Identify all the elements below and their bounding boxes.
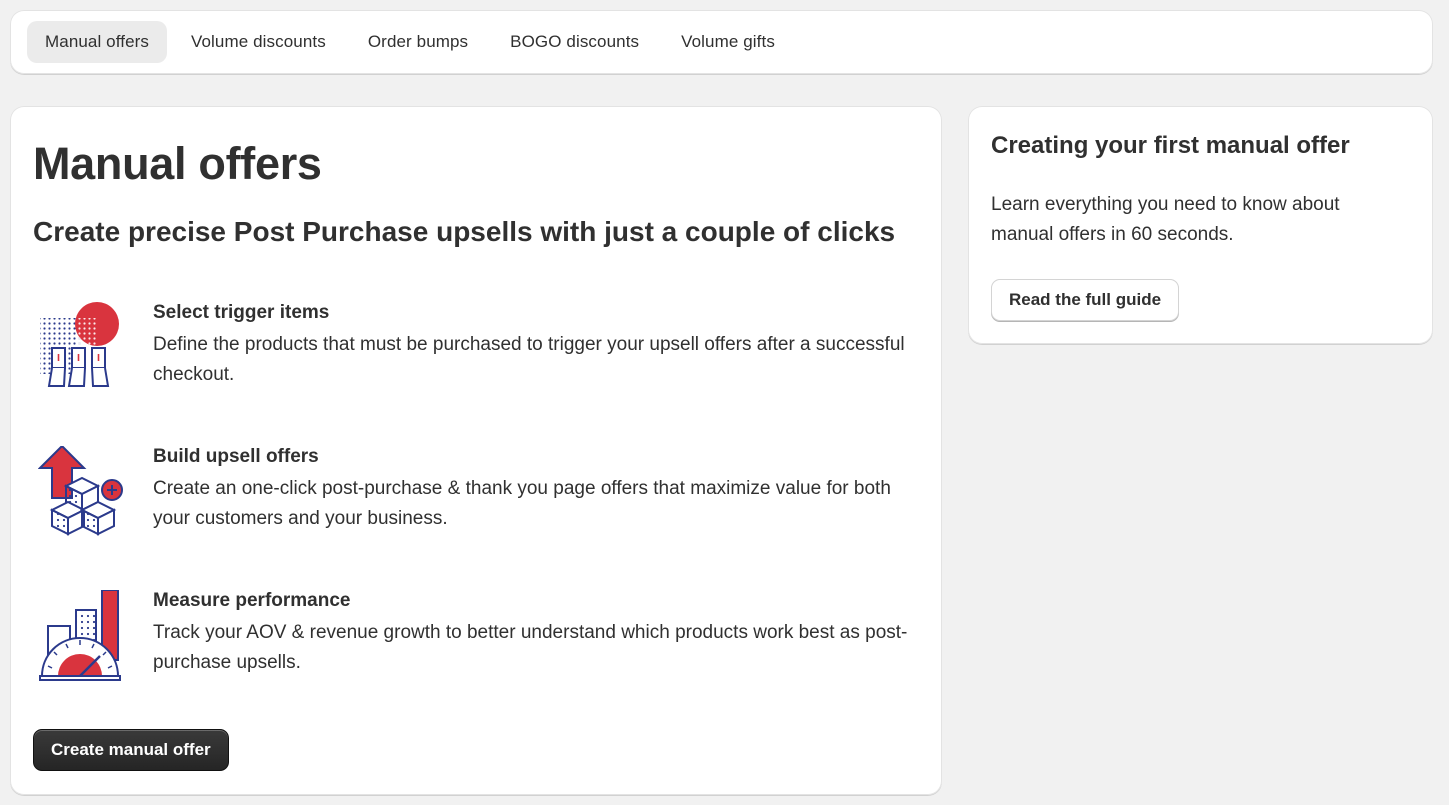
page-title: Manual offers: [33, 138, 322, 189]
tab-volume-gifts[interactable]: Volume gifts: [663, 21, 793, 63]
create-manual-offer-button[interactable]: Create manual offer: [33, 729, 229, 771]
tab-order-bumps[interactable]: Order bumps: [350, 21, 486, 63]
read-full-guide-button[interactable]: Read the full guide: [991, 279, 1180, 321]
feature-title: Measure performance: [153, 590, 351, 611]
tab-bogo-discounts[interactable]: BOGO discounts: [492, 21, 657, 63]
guide-card: Creating your first manual offer Learn e…: [968, 106, 1433, 344]
manual-offers-card: Manual offers Create precise Post Purcha…: [10, 106, 942, 795]
guide-title: Creating your first manual offer: [991, 132, 1350, 159]
feature-description: Create an one-click post-purchase & than…: [153, 478, 891, 529]
feature-title: Select trigger items: [153, 302, 330, 323]
feature-title: Build upsell offers: [153, 446, 319, 467]
feature-build-upsell-offers: Build upsell offers Create an one-click …: [33, 444, 923, 546]
guide-description: Learn everything you need to know about …: [991, 194, 1340, 245]
upsell-offers-icon: [37, 444, 124, 538]
trigger-items-icon: [38, 302, 124, 394]
tab-volume-discounts[interactable]: Volume discounts: [173, 21, 344, 63]
offer-type-tabs: Manual offers Volume discounts Order bum…: [10, 10, 1433, 74]
tab-manual-offers[interactable]: Manual offers: [27, 21, 167, 63]
page-subtitle: Create precise Post Purchase upsells wit…: [33, 216, 896, 247]
feature-measure-performance: Measure performance Track your AOV & rev…: [33, 589, 923, 690]
feature-select-trigger-items: Select trigger items Define the products…: [33, 302, 923, 402]
performance-gauge-icon: [38, 589, 124, 682]
feature-description: Track your AOV & revenue growth to bette…: [153, 622, 908, 673]
feature-description: Define the products that must be purchas…: [153, 334, 905, 385]
